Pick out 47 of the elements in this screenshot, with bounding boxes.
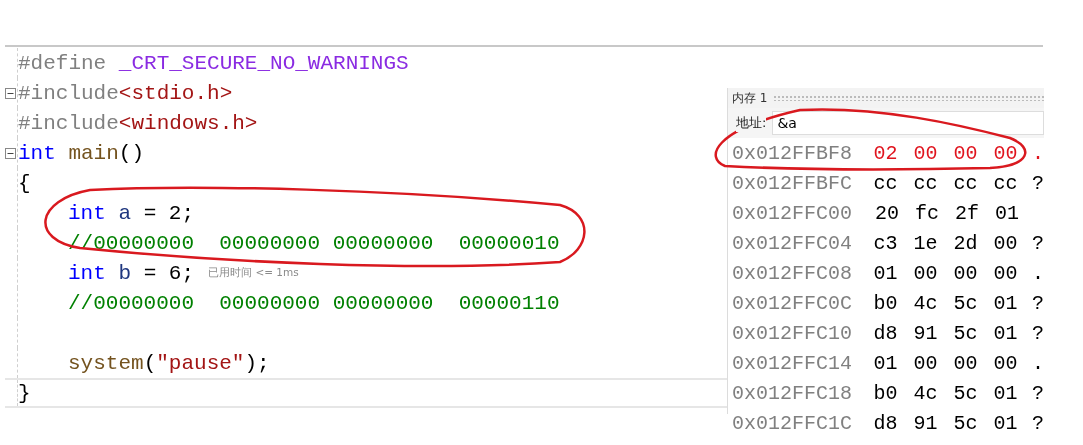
code-line: } <box>18 381 31 405</box>
memory-address: 0x012FFC10 <box>732 321 854 345</box>
code-line: int main() <box>18 141 145 165</box>
code-line: system("pause"); <box>68 351 270 375</box>
memory-ascii: ? <box>1032 171 1044 195</box>
memory-bytes: d8 91 5c 01 <box>873 411 1019 435</box>
memory-bytes: 01 00 00 00 <box>873 261 1019 285</box>
memory-ascii: ? <box>1032 231 1044 255</box>
code-line: int b = 6; <box>68 261 195 285</box>
memory-address: 0x012FFBF8 <box>732 141 854 165</box>
memory-ascii: ? <box>1032 411 1044 435</box>
code-line: //00000000 00000000 00000000 00000010 <box>68 231 560 255</box>
memory-bytes: b0 4c 5c 01 <box>873 291 1019 315</box>
memory-address: 0x012FFC0C <box>732 291 854 315</box>
memory-ascii: ? <box>1032 291 1044 315</box>
memory-ascii: . <box>1032 261 1044 285</box>
memory-ascii: . <box>1032 141 1044 165</box>
memory-ascii: . <box>1032 351 1044 375</box>
memory-bytes: 20 fc 2f 01 <box>875 201 1021 225</box>
collapse-icon[interactable] <box>5 87 16 99</box>
memory-ascii: ? <box>1032 381 1044 405</box>
memory-address: 0x012FFC04 <box>732 231 854 255</box>
memory-bytes: b0 4c 5c 01 <box>873 381 1019 405</box>
code-line: //00000000 00000000 00000000 00000110 <box>68 291 560 315</box>
memory-bytes: d8 91 5c 01 <box>873 321 1019 345</box>
collapse-icon[interactable] <box>5 147 16 159</box>
code-line: #include<windows.h> <box>18 111 258 135</box>
code-line: #include<stdio.h> <box>18 81 233 105</box>
memory-bytes: cc cc cc cc <box>873 171 1019 195</box>
code-line: int a = 2; <box>68 201 195 225</box>
drag-grip[interactable] <box>773 95 1044 101</box>
memory-address: 0x012FFBFC <box>732 171 854 195</box>
memory-bytes: c3 1e 2d 00 <box>873 231 1019 255</box>
memory-bytes: 02 00 00 00 <box>873 141 1019 165</box>
memory-address: 0x012FFC14 <box>732 351 854 375</box>
memory-address: 0x012FFC18 <box>732 381 854 405</box>
code-line: { <box>18 171 31 195</box>
address-field[interactable]: &a <box>772 111 1044 135</box>
memory-bytes: 01 00 00 00 <box>873 351 1019 375</box>
memory-address: 0x012FFC08 <box>732 261 854 285</box>
code-line: #define _CRT_SECURE_NO_WARNINGS <box>18 51 409 75</box>
elapsed-time-hint: 已用时间 <= 1ms <box>208 266 299 280</box>
address-label: 地址: <box>736 114 767 132</box>
memory-ascii: ? <box>1032 321 1044 345</box>
memory-address: 0x012FFC00 <box>732 201 854 225</box>
memory-address: 0x012FFC1C <box>732 411 854 435</box>
window-title: 内存 1 <box>732 89 768 107</box>
